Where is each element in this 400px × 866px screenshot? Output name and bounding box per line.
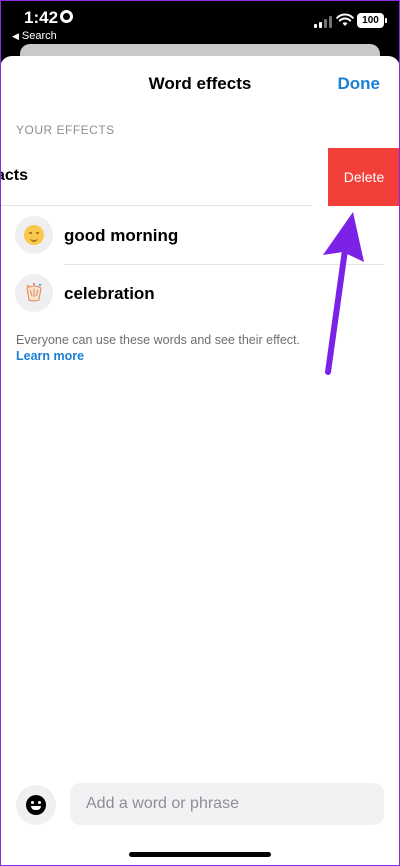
effect-avatar [15, 216, 53, 254]
back-search-label: Search [21, 30, 57, 42]
sun-face-icon [24, 225, 44, 245]
effect-label: celebration [64, 284, 155, 303]
cellular-signal-icon [314, 16, 332, 28]
wifi-icon [336, 13, 354, 26]
effect-row-celebration[interactable]: celebration [0, 265, 400, 323]
learn-more-link[interactable]: Learn more [16, 348, 346, 364]
status-bar: 1:42 ◀ Search 100 [0, 0, 400, 46]
back-to-search-link[interactable]: ◀ Search [12, 30, 57, 42]
emoji-face-icon [26, 795, 46, 815]
word-effects-sheet: Word effects Done YOUR EFFECTS acts Dele… [0, 56, 400, 866]
back-triangle-icon: ◀ [12, 31, 19, 41]
swiped-effect-label: acts [0, 167, 29, 184]
done-button[interactable]: Done [338, 74, 381, 94]
home-indicator [129, 852, 271, 857]
emoji-button[interactable] [16, 785, 56, 825]
delete-button[interactable]: Delete [328, 148, 400, 206]
section-header: YOUR EFFECTS [16, 123, 115, 137]
row-divider [0, 205, 312, 206]
battery-icon: 100 [357, 13, 387, 28]
swiped-effect-row[interactable]: acts Delete [0, 148, 400, 206]
location-icon [60, 10, 73, 23]
status-time: 1:42 [24, 8, 59, 27]
footnote: Everyone can use these words and see the… [16, 332, 346, 364]
effect-avatar [15, 274, 53, 312]
effect-row-good-morning[interactable]: good morning [0, 207, 400, 265]
effect-label: good morning [64, 226, 179, 245]
footnote-text: Everyone can use these words and see the… [16, 333, 300, 347]
party-icon [26, 283, 42, 302]
word-phrase-input[interactable] [70, 783, 384, 825]
